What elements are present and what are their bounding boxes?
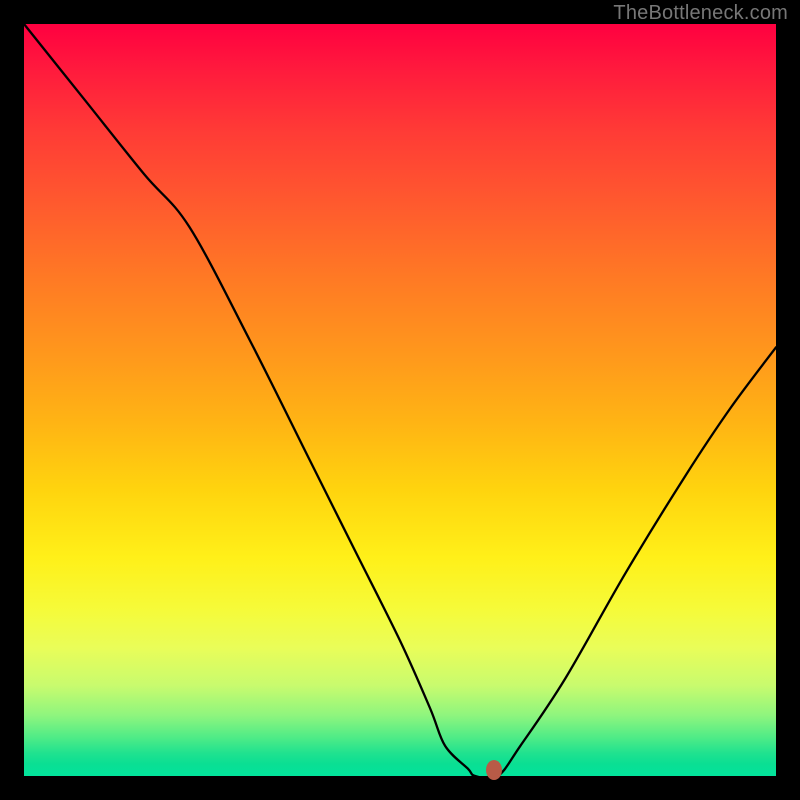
curve-svg — [24, 24, 776, 776]
chart-frame: TheBottleneck.com — [0, 0, 800, 800]
optimal-point-marker — [486, 760, 502, 780]
bottleneck-curve — [24, 24, 776, 779]
plot-area — [24, 24, 776, 776]
source-label: TheBottleneck.com — [613, 2, 788, 25]
